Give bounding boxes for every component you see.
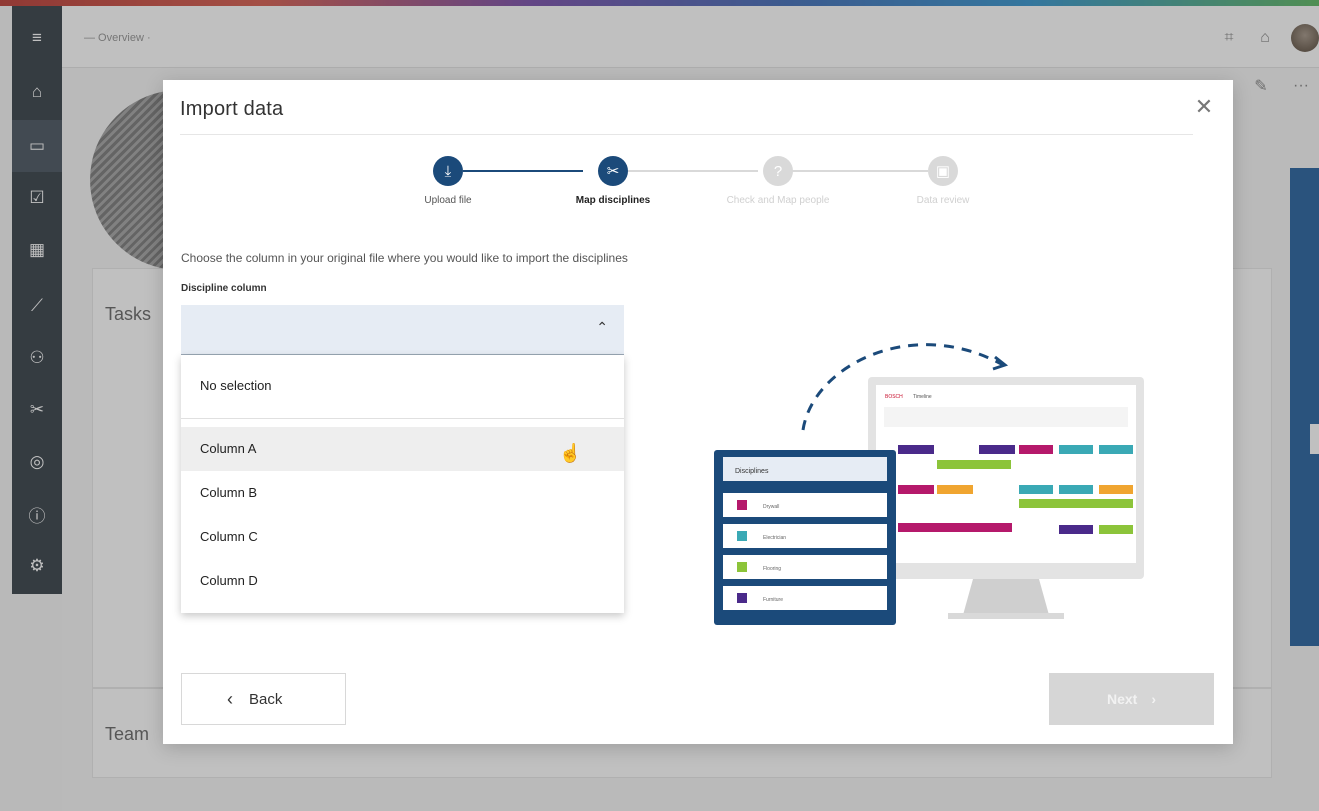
option-column-b[interactable]: Column B [181, 471, 624, 515]
discipline-swatch [737, 500, 747, 510]
option-no-selection[interactable]: No selection [181, 364, 624, 408]
stepper: ⤓ ✂ ? ▣ Upload file Map disciplines Chec… [163, 144, 1233, 224]
discipline-column-label: Discipline column [181, 283, 267, 294]
discipline-name: Flooring [763, 566, 781, 572]
monitor-stand [963, 579, 1049, 615]
next-label: Next [1106, 691, 1138, 707]
discipline-row [723, 555, 887, 579]
step-label-map: Map disciplines [575, 195, 651, 206]
monitor-brand: BOSCH [885, 394, 903, 400]
discipline-row [723, 586, 887, 610]
back-label: Back [249, 690, 283, 708]
step-connector-1 [463, 170, 583, 172]
discipline-row [723, 493, 887, 517]
discipline-swatch [737, 562, 747, 572]
monitor-title: Timeline [913, 394, 932, 400]
gantt-bar [1099, 525, 1133, 534]
monitor-header-row [884, 407, 1128, 427]
gantt-bar [898, 485, 934, 494]
title-divider [180, 134, 1193, 135]
map-disciplines-step-icon: ✂ [598, 156, 628, 186]
chevron-left-icon: ‹ [227, 688, 233, 709]
dropdown-divider [181, 418, 624, 419]
gantt-bar [1059, 525, 1093, 534]
import-data-modal: Import data ✕ ⤓ ✂ ? ▣ Upload file Map di… [163, 80, 1233, 744]
discipline-name: Drywall [763, 504, 779, 510]
discipline-swatch [737, 593, 747, 603]
next-button[interactable]: Next › [1049, 673, 1214, 725]
chevron-right-icon: › [1151, 691, 1157, 707]
gantt-bar [1019, 485, 1053, 494]
step-connector-2 [628, 170, 758, 172]
gantt-bar [937, 460, 1011, 469]
monitor-base [948, 613, 1064, 619]
discipline-swatch [737, 531, 747, 541]
gantt-bar [1019, 499, 1133, 508]
step-connector-3 [788, 170, 928, 172]
discipline-dropdown: No selection Column A Column B Column C … [181, 355, 624, 613]
step-label-check: Check and Map people [726, 195, 830, 206]
gantt-bar [1059, 445, 1093, 454]
close-icon[interactable]: ✕ [1193, 94, 1215, 119]
discipline-row [723, 524, 887, 548]
instruction-text: Choose the column in your original file … [181, 251, 628, 265]
option-column-d[interactable]: Column D [181, 559, 624, 603]
back-button[interactable]: ‹ Back [181, 673, 346, 725]
discipline-name: Electrician [763, 535, 786, 541]
check-people-step-icon: ? [763, 156, 793, 186]
step-label-review: Data review [916, 195, 970, 206]
discipline-column-select[interactable]: ⌃ [181, 305, 624, 355]
mapping-illustration: BOSCH Timeline Disciplines Drywall Elect… [643, 305, 1215, 655]
upload-file-step-icon: ⤓ [433, 156, 463, 186]
gantt-bar [898, 523, 1012, 532]
option-column-c[interactable]: Column C [181, 515, 624, 559]
gantt-bar [937, 485, 973, 494]
gantt-bar [979, 445, 1015, 454]
gantt-bar [1099, 485, 1133, 494]
gantt-bar [1019, 445, 1053, 454]
pointer-cursor-icon: ☝ [559, 443, 582, 463]
option-column-a[interactable]: Column A [181, 427, 624, 471]
gantt-bar [898, 445, 934, 454]
gantt-bar [1059, 485, 1093, 494]
gantt-bar [1099, 445, 1133, 454]
modal-title: Import data [180, 98, 284, 120]
disciplines-title: Disciplines [735, 468, 769, 475]
data-review-step-icon: ▣ [928, 156, 958, 186]
step-label-upload: Upload file [424, 195, 472, 206]
chevron-up-icon: ⌃ [596, 319, 608, 335]
discipline-name: Furniture [763, 597, 783, 603]
